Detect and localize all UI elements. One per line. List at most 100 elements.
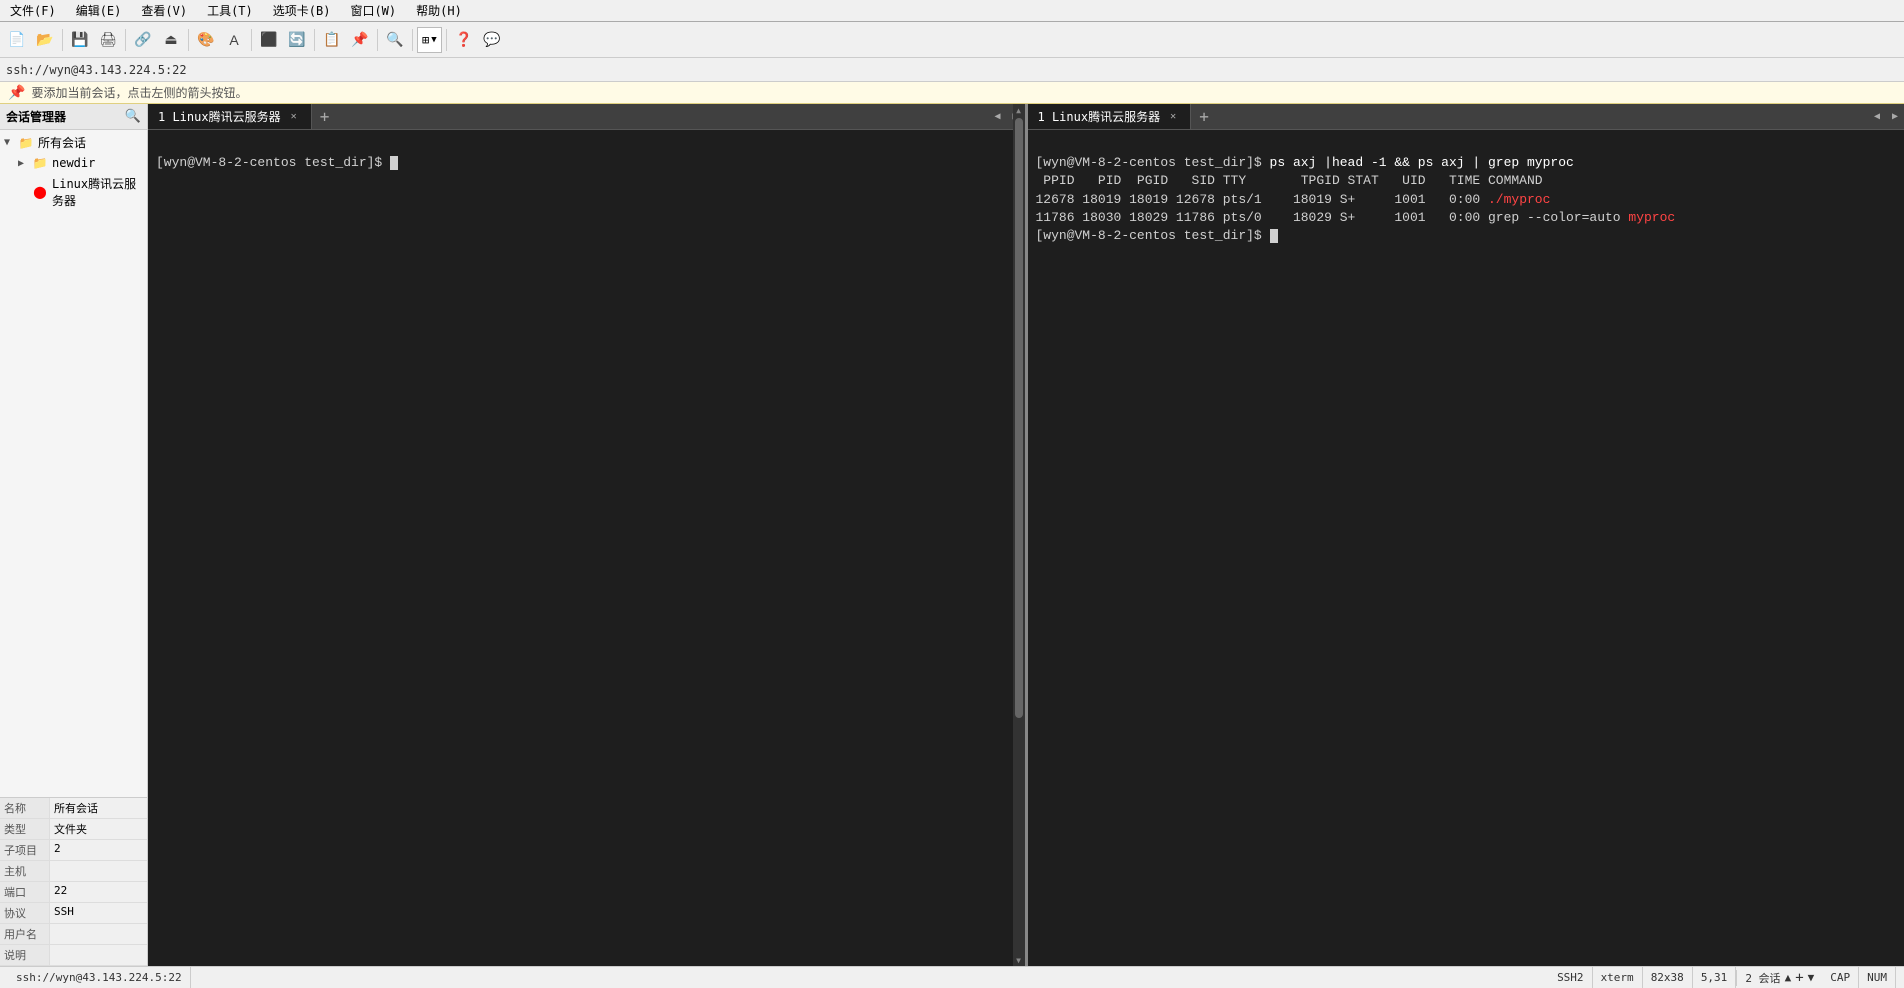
- folder-icon-all: 📁: [18, 135, 34, 151]
- left-prompt: [wyn@VM-8-2-centos test_dir]$: [156, 155, 390, 170]
- find-button[interactable]: 🔍: [382, 27, 408, 53]
- right-row-1-cmd: ./myproc: [1488, 192, 1550, 207]
- sidebar-item-all-sessions[interactable]: ▼ 📁 所有会话: [0, 132, 147, 153]
- folder-icon-newdir: 📁: [32, 155, 48, 171]
- status-right: SSH2 xterm 82x38 5,31 2 会话 ▲ + ▼ CAP NUM: [1549, 967, 1896, 988]
- expander-all: ▼: [4, 137, 16, 148]
- info-label-protocol: 协议: [0, 903, 50, 923]
- tab-right-next[interactable]: ▶: [1886, 104, 1904, 130]
- info-row-host: 主机: [0, 861, 147, 882]
- menu-help[interactable]: 帮助(H): [410, 0, 468, 21]
- copy-button[interactable]: 📋: [319, 27, 345, 53]
- menu-bar: 文件(F) 编辑(E) 查看(V) 工具(T) 选项卡(B) 窗口(W) 帮助(…: [0, 0, 1904, 22]
- sessions-down-arrow[interactable]: ▼: [1808, 971, 1815, 984]
- info-row-protocol: 协议 SSH: [0, 903, 147, 924]
- connect-button[interactable]: 🔗: [130, 27, 156, 53]
- terminal-pane-right: 1 Linux腾讯云服务器 ✕ + ◀ ▶ [wyn@VM-8-2-centos…: [1028, 104, 1904, 966]
- status-cap: CAP: [1822, 967, 1859, 988]
- paste-button[interactable]: 📌: [347, 27, 373, 53]
- sessions-add-icon[interactable]: +: [1795, 970, 1803, 986]
- menu-window[interactable]: 窗口(W): [344, 0, 402, 21]
- scrollbar-left[interactable]: ▲ ▼: [1013, 104, 1025, 966]
- tab-right-1-close[interactable]: ✕: [1166, 110, 1180, 124]
- tab-right-add[interactable]: +: [1191, 104, 1217, 129]
- terminal-pane-left: 1 Linux腾讯云服务器 ✕ + ◀ ▶ [wyn@VM-8-2-centos…: [148, 104, 1028, 966]
- sidebar-title: 会话管理器: [6, 108, 66, 125]
- toolbar-separator-1: [62, 29, 63, 51]
- notice-text: 要添加当前会话，点击左侧的箭头按钮。: [31, 84, 247, 101]
- layout-dropdown[interactable]: ⊞▼: [417, 27, 442, 53]
- help-button[interactable]: ❓: [451, 27, 477, 53]
- disconnect-button[interactable]: ⏏: [158, 27, 184, 53]
- tab-right-1[interactable]: 1 Linux腾讯云服务器 ✕: [1028, 104, 1192, 129]
- save-button[interactable]: 💾: [67, 27, 93, 53]
- info-value-protocol: SSH: [50, 903, 78, 923]
- terminal-area: 1 Linux腾讯云服务器 ✕ + ◀ ▶ [wyn@VM-8-2-centos…: [148, 104, 1904, 966]
- info-row-username: 用户名: [0, 924, 147, 945]
- color-button[interactable]: 🎨: [193, 27, 219, 53]
- info-label-username: 用户名: [0, 924, 50, 944]
- terminal-content-left[interactable]: [wyn@VM-8-2-centos test_dir]$: [148, 130, 1025, 966]
- status-num: NUM: [1859, 967, 1896, 988]
- open-button[interactable]: 📂: [32, 27, 58, 53]
- menu-edit[interactable]: 编辑(E): [70, 0, 128, 21]
- toolbar-separator-5: [314, 29, 315, 51]
- info-row-name: 名称 所有会话: [0, 798, 147, 819]
- sidebar-item-linux[interactable]: ⬤ Linux腾讯云服务器: [14, 173, 147, 211]
- reload-button[interactable]: 🔄: [284, 27, 310, 53]
- tab-right-prev[interactable]: ◀: [1868, 104, 1886, 130]
- status-position: 5,31: [1693, 967, 1737, 988]
- status-connection: ssh://wyn@43.143.224.5:22: [8, 967, 191, 988]
- new-session-button[interactable]: 📄: [4, 27, 30, 53]
- print-button[interactable]: 🖨: [95, 27, 121, 53]
- stop-button[interactable]: ⬛: [256, 27, 282, 53]
- terminal-content-right[interactable]: [wyn@VM-8-2-centos test_dir]$ ps axj |he…: [1028, 130, 1904, 966]
- tab-left-1[interactable]: 1 Linux腾讯云服务器 ✕: [148, 104, 312, 129]
- sidebar-item-newdir[interactable]: ▶ 📁 newdir: [14, 153, 147, 173]
- info-value-desc: [50, 945, 58, 965]
- tree-label-linux: Linux腾讯云服务器: [52, 175, 143, 209]
- info-value-name: 所有会话: [50, 798, 102, 818]
- scroll-down-left[interactable]: ▼: [1013, 954, 1025, 966]
- menu-view[interactable]: 查看(V): [135, 0, 193, 21]
- info-label-subitems: 子项目: [0, 840, 50, 860]
- toolbar-separator-6: [377, 29, 378, 51]
- tab-left-add[interactable]: +: [312, 104, 338, 129]
- tab-left-prev[interactable]: ◀: [989, 104, 1007, 130]
- status-protocol: SSH2: [1549, 967, 1593, 988]
- chat-button[interactable]: 💬: [479, 27, 505, 53]
- tab-right-1-label: 1 Linux腾讯云服务器: [1038, 108, 1161, 125]
- tab-left-1-close[interactable]: ✕: [287, 110, 301, 124]
- info-value-type: 文件夹: [50, 819, 91, 839]
- address-text: ssh://wyn@43.143.224.5:22: [6, 63, 187, 77]
- tree-label-newdir: newdir: [52, 156, 95, 170]
- sidebar-search-icon[interactable]: 🔍: [125, 109, 141, 124]
- sidebar-header: 会话管理器 🔍: [0, 104, 147, 130]
- sidebar: 会话管理器 🔍 ▼ 📁 所有会话 ▶ 📁 newdir ⬤ Linux腾讯云服务…: [0, 104, 148, 966]
- notice-icon: 📌: [8, 85, 25, 101]
- right-row-1: 12678 18019 18019 12678 pts/1 18019 S+ 1…: [1036, 192, 1488, 207]
- toolbar-separator-4: [251, 29, 252, 51]
- menu-file[interactable]: 文件(F): [4, 0, 62, 21]
- pane-container: 1 Linux腾讯云服务器 ✕ + ◀ ▶ [wyn@VM-8-2-centos…: [148, 104, 1904, 966]
- info-label-port: 端口: [0, 882, 50, 902]
- info-value-port: 22: [50, 882, 71, 902]
- menu-tools[interactable]: 工具(T): [201, 0, 259, 21]
- sessions-up-arrow[interactable]: ▲: [1785, 971, 1792, 984]
- info-row-desc: 说明: [0, 945, 147, 966]
- info-label-name: 名称: [0, 798, 50, 818]
- cursor-right: [1270, 229, 1278, 243]
- sidebar-info-panel: 名称 所有会话 类型 文件夹 子项目 2 主机 端口 22 协议 SSH: [0, 797, 147, 966]
- font-button[interactable]: A: [221, 27, 247, 53]
- scroll-thumb-left[interactable]: [1015, 118, 1023, 718]
- info-value-subitems: 2: [50, 840, 65, 860]
- info-value-host: [50, 861, 58, 881]
- menu-tabs[interactable]: 选项卡(B): [267, 0, 337, 21]
- sidebar-tree: ▼ 📁 所有会话 ▶ 📁 newdir ⬤ Linux腾讯云服务器: [0, 130, 147, 797]
- status-bar: ssh://wyn@43.143.224.5:22 SSH2 xterm 82x…: [0, 966, 1904, 988]
- status-size: 82x38: [1643, 967, 1693, 988]
- toolbar-separator-7: [412, 29, 413, 51]
- info-row-port: 端口 22: [0, 882, 147, 903]
- toolbar: 📄 📂 💾 🖨 🔗 ⏏ 🎨 A ⬛ 🔄 📋 📌 🔍 ⊞▼ ❓ 💬: [0, 22, 1904, 58]
- scroll-up-left[interactable]: ▲: [1013, 104, 1025, 116]
